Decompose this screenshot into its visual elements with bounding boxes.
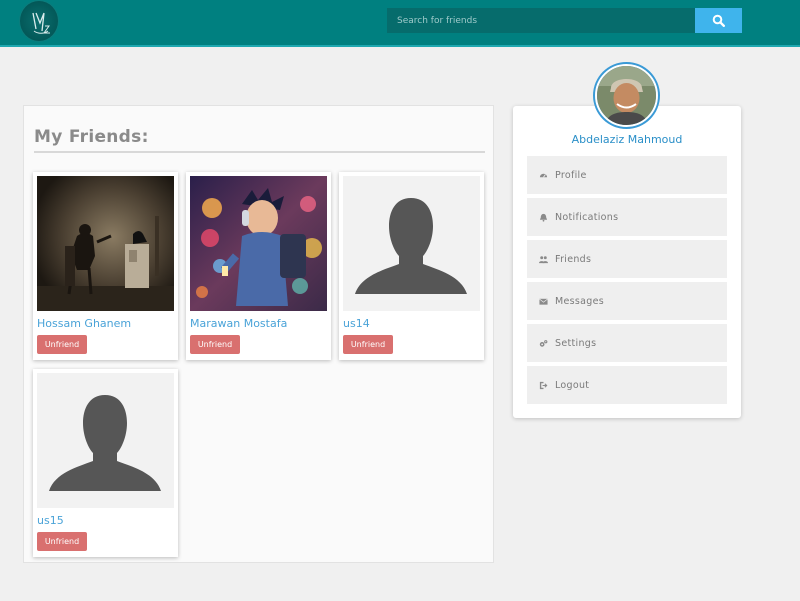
default-avatar-silhouette <box>343 176 480 311</box>
bell-icon <box>537 211 549 223</box>
profile-panel: Abdelaziz Mahmoud Profile Notifications … <box>513 106 741 418</box>
title-divider <box>34 151 485 153</box>
friends-panel: My Friends: Hossam Ghanem Unfriend Maraw… <box>23 105 494 563</box>
unfriend-button[interactable]: Unfriend <box>37 335 87 354</box>
profile-name[interactable]: Abdelaziz Mahmoud <box>513 133 741 146</box>
users-icon <box>537 253 549 265</box>
menu-item-settings[interactable]: Settings <box>527 324 727 362</box>
unfriend-button[interactable]: Unfriend <box>190 335 240 354</box>
friend-photo[interactable] <box>37 373 174 508</box>
unfriend-button[interactable]: Unfriend <box>343 335 393 354</box>
cogs-icon <box>537 337 549 349</box>
top-navbar <box>0 0 800 47</box>
friend-name[interactable]: us14 <box>343 317 370 330</box>
menu-item-notifications[interactable]: Notifications <box>527 198 727 236</box>
friend-name[interactable]: us15 <box>37 514 64 527</box>
page-title: My Friends: <box>34 127 149 147</box>
friend-photo[interactable] <box>37 176 174 311</box>
avatar-photo <box>597 66 656 125</box>
friend-card: Marawan Mostafa Unfriend <box>186 172 331 360</box>
friend-photo[interactable] <box>190 176 327 311</box>
friend-name[interactable]: Hossam Ghanem <box>37 317 131 330</box>
menu-item-friends[interactable]: Friends <box>527 240 727 278</box>
menu-label: Settings <box>555 337 597 349</box>
friend-card: us14 Unfriend <box>339 172 484 360</box>
menu-label: Friends <box>555 253 592 265</box>
unfriend-button[interactable]: Unfriend <box>37 532 87 551</box>
search-icon <box>712 14 725 27</box>
menu-label: Logout <box>555 379 590 391</box>
menu-label: Notifications <box>555 211 619 223</box>
avatar[interactable] <box>593 62 660 129</box>
friend-name[interactable]: Marawan Mostafa <box>190 317 287 330</box>
site-logo[interactable] <box>19 0 59 42</box>
envelope-icon <box>537 295 549 307</box>
friend-card: Hossam Ghanem Unfriend <box>33 172 178 360</box>
dashboard-icon <box>537 169 549 181</box>
default-avatar-silhouette <box>37 373 174 508</box>
menu-item-messages[interactable]: Messages <box>527 282 727 320</box>
menu-label: Profile <box>555 169 587 181</box>
raven-scene-photo <box>37 176 174 311</box>
search-input[interactable] <box>387 8 695 33</box>
anime-headphones-photo <box>190 176 327 311</box>
sign-out-icon <box>537 379 549 391</box>
menu-item-logout[interactable]: Logout <box>527 366 727 404</box>
friend-photo[interactable] <box>343 176 480 311</box>
logo-monogram-icon <box>32 12 50 34</box>
menu-item-profile[interactable]: Profile <box>527 156 727 194</box>
menu-label: Messages <box>555 295 604 307</box>
friend-card: us15 Unfriend <box>33 369 178 557</box>
search-button[interactable] <box>695 8 742 33</box>
